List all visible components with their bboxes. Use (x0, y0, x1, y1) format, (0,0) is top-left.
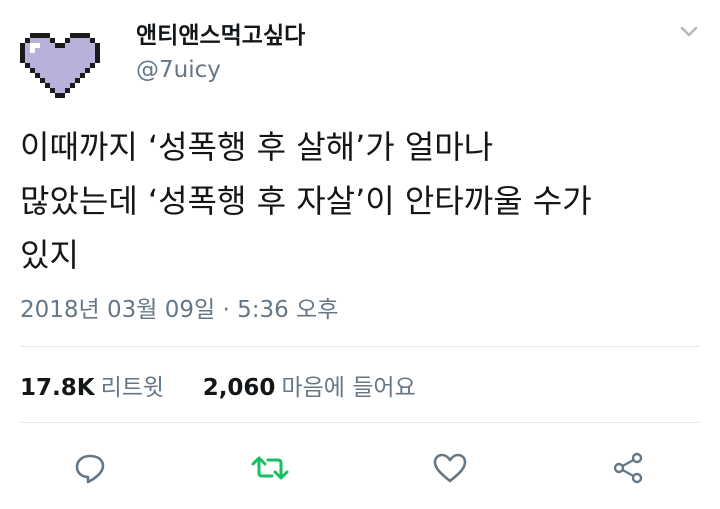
retweets-label: 리트윗 (100, 375, 165, 401)
divider (20, 422, 700, 423)
like-button[interactable] (430, 448, 470, 488)
user-handle[interactable]: @7uicy (136, 57, 221, 83)
share-icon (613, 452, 643, 484)
likes-label: 마음에 들어요 (281, 375, 416, 401)
tweet-header: 앤티앤스먹고싶다 @7uicy (0, 0, 720, 110)
heart-icon (433, 453, 467, 483)
tweet-actions (0, 440, 720, 500)
retweets-count: 17.8K (20, 375, 95, 401)
likes-stat[interactable]: 2,060 마음에 들어요 (195, 375, 416, 401)
avatar[interactable] (20, 18, 100, 98)
tweet-stats: 17.8K 리트윗 2,060 마음에 들어요 (20, 368, 416, 402)
reply-icon (75, 454, 105, 484)
chevron-down-icon[interactable] (678, 20, 700, 42)
reply-button[interactable] (70, 448, 110, 488)
retweet-button[interactable] (250, 448, 290, 488)
retweets-stat[interactable]: 17.8K 리트윗 (20, 375, 171, 401)
pixel-heart-avatar-icon (20, 33, 100, 98)
tweet-timestamp: 2018년 03월 09일 · 5:36 오후 (20, 297, 339, 323)
tweet-text: 이때까지 ‘성폭행 후 살해’가 얼마나 많았는데 ‘성폭행 후 자살’이 안타… (20, 128, 592, 274)
display-name[interactable]: 앤티앤스먹고싶다 (136, 16, 305, 50)
share-button[interactable] (608, 448, 648, 488)
divider (20, 346, 700, 347)
likes-count: 2,060 (202, 375, 276, 401)
retweet-icon (251, 456, 289, 480)
